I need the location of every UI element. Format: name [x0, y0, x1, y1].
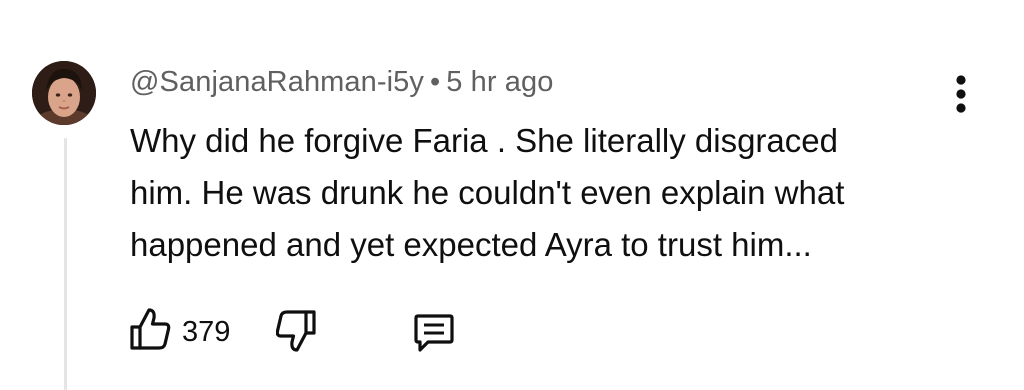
- comment-card: @SanjanaRahman-i5y • 5 hr ago Why did he f…: [0, 0, 1024, 390]
- more-options-button[interactable]: [946, 72, 976, 116]
- comment-text-line: happened and yet expected Ayra to trust …: [130, 226, 812, 263]
- more-vertical-icon: [956, 75, 966, 113]
- comment-text-line: him. He was drunk he couldn't even expla…: [130, 174, 845, 211]
- dislike-button[interactable]: [275, 308, 318, 359]
- like-button[interactable]: [128, 306, 172, 357]
- comment-text-line: Why did he forgive Faria . She literally…: [130, 122, 838, 159]
- comment-header: @SanjanaRahman-i5y • 5 hr ago: [130, 66, 554, 99]
- reply-comment-icon: [414, 314, 454, 352]
- timestamp[interactable]: 5 hr ago: [446, 66, 553, 98]
- reply-button[interactable]: [412, 310, 456, 359]
- thumbs-down-icon: [275, 310, 316, 352]
- thread-line: [64, 138, 67, 390]
- avatar[interactable]: [32, 61, 96, 125]
- comment-text: Why did he forgive Faria . She literally…: [130, 115, 950, 271]
- like-count: 379: [182, 316, 231, 348]
- separator-dot: •: [430, 66, 441, 98]
- author-name[interactable]: @SanjanaRahman-i5y: [130, 66, 424, 98]
- thumbs-up-icon: [130, 308, 171, 350]
